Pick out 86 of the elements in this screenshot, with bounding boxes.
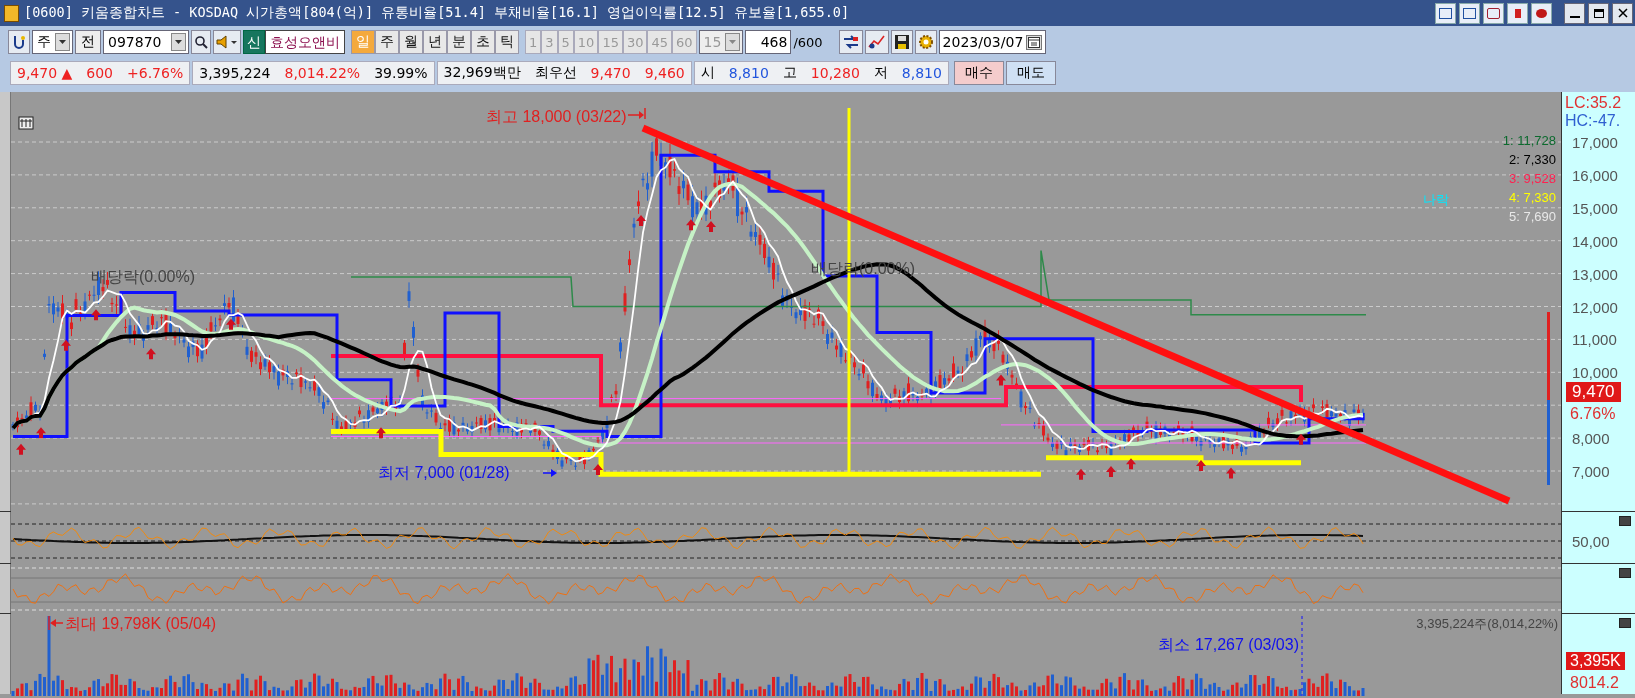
current-price-label: 9,470 <box>1566 382 1621 402</box>
market-dropdown[interactable]: 주 <box>32 30 73 54</box>
settings-icon[interactable] <box>914 30 937 54</box>
calendar-icon[interactable] <box>1026 34 1043 50</box>
close-icon[interactable] <box>1617 8 1628 18</box>
maximize-button[interactable] <box>1588 2 1609 24</box>
stock-name-field[interactable]: 효성오앤비 <box>265 30 345 54</box>
window-title: [0600] 키움종합차트 - KOSDAQ 시가총액[804(억)] 유통비율[51.4] 부채비율[16.1] 영업이익률[12.5] 유보율[1,655.0] <box>24 4 850 22</box>
quote-value: 9,470 <box>590 65 631 81</box>
quote-value: 3,395,224 <box>199 65 271 81</box>
quote-value: 고 <box>782 64 797 82</box>
quote-value: 9,460 <box>644 65 685 81</box>
price-tick-label: 17,000 <box>1572 134 1618 151</box>
new-badge: 신 <box>243 30 265 54</box>
price-tick-label: 14,000 <box>1572 232 1618 250</box>
legend-value: 2: 7,330 <box>1509 152 1556 167</box>
connect-tool-icon[interactable] <box>8 30 30 54</box>
date-field[interactable]: 2023/03/07 <box>938 30 1047 54</box>
window-tool-icon[interactable] <box>1459 2 1480 24</box>
sell-button[interactable]: 매도 <box>1005 61 1056 85</box>
price-tick-label: 7,000 <box>1572 463 1610 480</box>
swap-arrows-icon[interactable] <box>838 30 863 54</box>
line-chart-icon[interactable] <box>864 30 889 54</box>
oscillator-tick-label: 50,00 <box>1572 533 1610 550</box>
stock-code-field[interactable]: 097870 <box>103 30 189 54</box>
count-max-label: /600 <box>793 34 823 50</box>
legend-value: 1: 11,728 <box>1502 133 1556 148</box>
volume-min-label: 최소 17,267 (03/03) <box>1158 636 1299 653</box>
price-tick-label: 10,000 <box>1572 364 1618 382</box>
high-price-label: 최고 18,000 (03/22) <box>486 108 627 125</box>
legend-value: 4: 7,330 <box>1509 190 1556 205</box>
price-tick-label: 16,000 <box>1572 166 1618 184</box>
volume-total-label: 3,395,224주(8,014,22%) <box>1416 616 1558 631</box>
count-field[interactable]: 468 <box>745 30 792 54</box>
arrow-icon <box>542 469 557 477</box>
prev-button[interactable]: 전 <box>75 30 101 54</box>
price-tick-label: 15,000 <box>1572 199 1618 217</box>
save-icon[interactable] <box>890 30 913 54</box>
price-tick-label: 11,000 <box>1572 331 1617 349</box>
window-tool-icon[interactable] <box>1483 2 1504 24</box>
quote-value: 32,969백만 <box>443 64 521 82</box>
quote-value: 600 <box>86 65 114 81</box>
quote-value: 8,014.22% <box>284 65 361 81</box>
close-button[interactable] <box>1612 2 1633 24</box>
period-tab[interactable]: 월 <box>399 30 423 54</box>
change-rate-label: 6.76% <box>1570 405 1616 423</box>
quote-value: 8,810 <box>728 65 769 81</box>
table-icon[interactable] <box>18 116 34 130</box>
buy-button[interactable]: 매수 <box>953 61 1004 85</box>
speaker-icon[interactable] <box>213 30 241 54</box>
app-icon <box>4 4 19 22</box>
price-tick-label: 8,000 <box>1572 430 1610 448</box>
quote-value: 시 <box>700 64 715 82</box>
axis-header: LC:35.2 <box>1565 94 1622 112</box>
quote-value: 8,810 <box>901 65 942 81</box>
quote-value: 9,470 ▲ <box>17 65 73 81</box>
caret-icon[interactable] <box>171 33 186 51</box>
price-tick-label: 13,000 <box>1572 265 1618 283</box>
quote-value: +6.76% <box>127 65 184 81</box>
quote-value: 39.99% <box>374 65 428 81</box>
volume-ratio-label: 8014.2 <box>1570 674 1619 692</box>
quote-value: 저 <box>873 64 888 82</box>
arrow-icon <box>627 107 646 120</box>
legend-value: 5: 7,690 <box>1509 209 1556 224</box>
period-tab[interactable]: 주 <box>375 30 399 54</box>
low-price-label: 최저 7,000 (01/28) <box>378 464 510 481</box>
minimize-button[interactable] <box>1564 2 1585 24</box>
window-tool-icon[interactable] <box>1435 2 1456 24</box>
search-icon[interactable] <box>191 30 211 54</box>
period-tab[interactable]: 년 <box>423 30 447 54</box>
current-volume-label: 3,395K <box>1566 652 1625 670</box>
period-tab[interactable]: 틱 <box>495 30 519 54</box>
volume-max-label: 최대 19,798K (05/04) <box>65 615 217 632</box>
volume-chart[interactable]: 최대 19,798K (05/04) 최소 17,267 (03/03) 3,395,224주(8,014,22%) <box>11 614 1561 696</box>
caret-icon[interactable] <box>55 33 70 51</box>
legend-value: 3: 9,528 <box>1509 171 1556 186</box>
arrow-icon <box>48 615 64 631</box>
quote-value: 최우선 <box>534 64 577 82</box>
quote-value: 10,280 <box>810 65 860 81</box>
period-tab[interactable]: 초 <box>471 30 495 54</box>
window-tool-icon[interactable] <box>1531 2 1552 24</box>
price-tick-label: 12,000 <box>1572 298 1618 316</box>
period-tab[interactable]: 분 <box>447 30 471 54</box>
axis-header: HC:-47. <box>1565 112 1621 130</box>
legend-label: 나락 <box>1423 192 1449 207</box>
window-tool-icon[interactable] <box>1507 2 1528 24</box>
